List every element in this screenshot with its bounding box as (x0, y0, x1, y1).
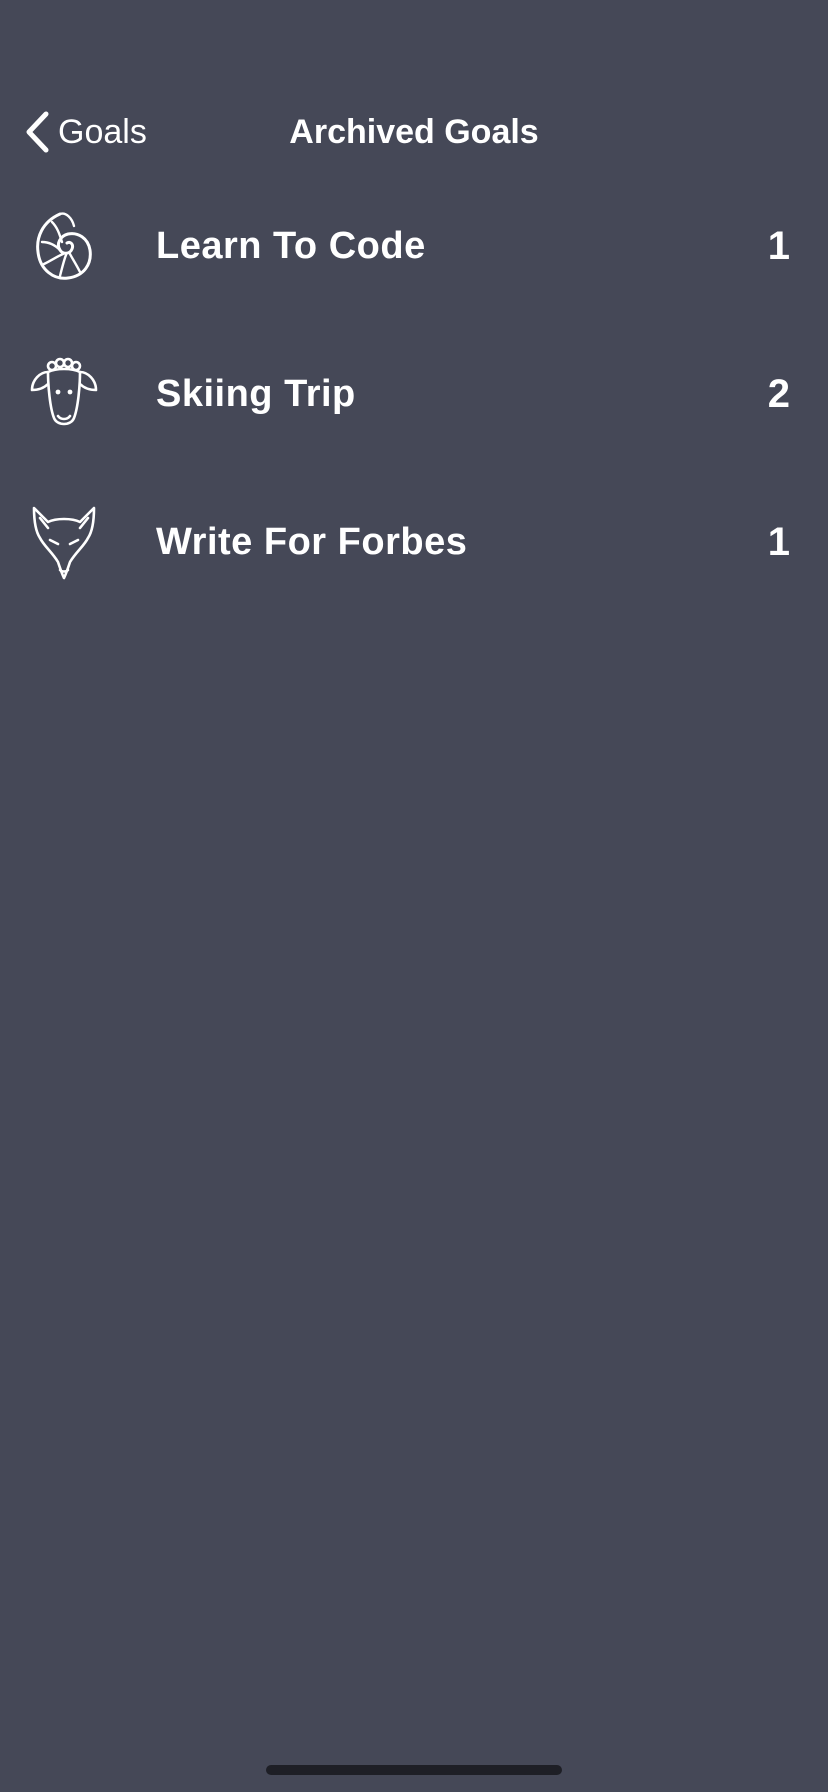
navigation-bar: Goals Archived Goals (0, 96, 828, 168)
sheep-icon (30, 356, 98, 432)
nautilus-shell-icon (30, 208, 98, 284)
goal-name: Write For Forbes (156, 521, 468, 563)
goal-count: 1 (767, 224, 790, 268)
fox-icon (30, 504, 98, 580)
goal-name: Learn To Code (156, 225, 426, 267)
goal-row-write-for-forbes[interactable]: Write For Forbes 1 (0, 486, 828, 598)
goal-count: 1 (767, 520, 790, 564)
goal-row-skiing-trip[interactable]: Skiing Trip 2 (0, 338, 828, 450)
page-title: Archived Goals (289, 113, 539, 151)
goal-count: 2 (767, 372, 790, 416)
home-indicator[interactable] (266, 1765, 562, 1775)
goal-name: Skiing Trip (156, 373, 356, 415)
goal-row-learn-to-code[interactable]: Learn To Code 1 (0, 190, 828, 302)
